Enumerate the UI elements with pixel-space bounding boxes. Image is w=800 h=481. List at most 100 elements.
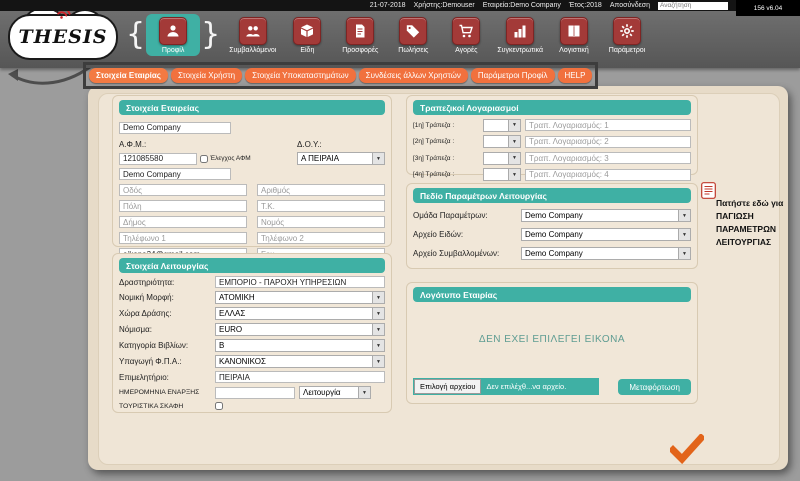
bank2-label: [2η] Τράπεζα : [413,138,479,145]
toolbar-item-summaries[interactable]: Συγκεντρωτικά [497,17,543,54]
toolbar-item-purchases[interactable]: Αγορές [444,17,488,54]
country-select[interactable]: ΕΛΛΑΣ [215,307,385,320]
legal-form-select[interactable]: ΑΤΟΜΙΚΗ [215,291,385,304]
start-date-input[interactable] [215,387,295,399]
logout-link[interactable]: Αποσύνδεση [610,2,650,9]
tab-company-info[interactable]: Στοιχεία Εταιρίας [89,68,168,83]
tourist-boats-checkbox[interactable] [215,402,223,410]
toolbar-label: Συμβαλλόμενοι [229,47,276,54]
profile-tabs: Στοιχεία Εταιρίας Στοιχεία Χρήστη Στοιχε… [83,62,598,89]
current-user: Χρήστης:Demouser [414,2,475,9]
company-name2-input[interactable] [119,168,231,180]
toolbar-item-items[interactable]: Είδη [285,17,329,54]
annotation-line: ΛΕΙΤΟΥΡΓΙΑΣ [716,236,794,249]
zip-input[interactable] [257,200,385,212]
toolbar-label: Συγκεντρωτικά [497,47,543,54]
street-input[interactable] [119,184,247,196]
bank4-label: [4η] Τράπεζα : [413,171,479,178]
toolbar-item-contractors[interactable]: Συμβαλλόμενοι [229,17,276,54]
currency-label: Νόμισμα: [119,325,211,334]
company-logo-panel: Λογότυπο Εταιρίας ΔΕΝ ΕΧΕΙ ΕΠΙΛΕΓΕΙ ΕΙΚΟ… [406,282,698,404]
toolbar-item-profile[interactable]: Προφίλ [146,14,200,56]
tab-user-info[interactable]: Στοιχεία Χρήστη [171,68,242,83]
search-input[interactable] [658,2,728,10]
tab-profile-parameters[interactable]: Παράμετροι Προφίλ [471,68,555,83]
param-group-label: Ομάδα Παραμέτρων: [413,211,517,220]
main-content: Στοιχεία Εταιρείας Α.Φ.Μ.: Δ.Ο.Υ.: Έλεγχ… [88,86,788,470]
operation-details-panel: Στοιχεία Λειτουργίας Δραστηριότητα: Νομι… [112,253,392,413]
version-badge: 156 v6.04 [736,0,800,16]
tab-other-users-connections[interactable]: Συνδέσεις άλλων Χρηστών [359,68,468,83]
street-number-input[interactable] [257,184,385,196]
ledger-icon [560,17,588,45]
currency-select[interactable]: EURO [215,323,385,336]
toolbar-label: Προφίλ [162,47,185,54]
toolbar-item-parameters[interactable]: Παράμετροι [605,17,649,54]
bank2-account-input[interactable] [525,136,691,148]
bank4-account-input[interactable] [525,169,691,181]
confirm-check-button[interactable] [670,434,704,469]
annotation-line: Πατήστε εδώ για [716,197,794,210]
afm-check-checkbox[interactable] [200,155,208,163]
toolbar-label: Λογιστική [559,47,589,54]
operation-mode-select[interactable]: Λειτουργία [299,386,371,399]
upload-button[interactable]: Μεταφόρτωση [618,379,691,395]
bank1-select[interactable] [483,119,521,132]
document-icon [346,17,374,45]
doy-label: Δ.Ο.Υ.: [297,140,385,149]
tab-branches[interactable]: Στοιχεία Υποκαταστημάτων [245,68,356,83]
items-file-label: Αρχείο Ειδών: [413,230,517,239]
annotation-line: ΠΑΡΑΜΕΤΡΩΝ [716,223,794,236]
toolbar-item-profile-active: Προφίλ [126,14,220,56]
no-image-text: ΔΕΝ ΕΧΕΙ ΕΠΙΛΕΓΕΙ ΕΙΚΟΝΑ [413,334,691,345]
toolbar-label: Παράμετροι [609,47,645,54]
pin-parameters-icon[interactable] [701,182,716,204]
bank4-select[interactable] [483,168,521,181]
company-name-input[interactable] [119,122,231,134]
toolbar-item-accounting[interactable]: Λογιστική [552,17,596,54]
city-input[interactable] [119,200,247,212]
chart-icon [506,17,534,45]
bank3-select[interactable] [483,152,521,165]
contractors-file-label: Αρχείο Συμβαλλομένων: [413,249,517,258]
tag-icon [399,17,427,45]
current-year: Έτος:2018 [569,2,602,9]
person-icon [159,17,187,45]
books-category-select[interactable]: Β [215,339,385,352]
toolbar-item-offers[interactable]: Προσφορές [338,17,382,54]
legal-form-label: Νομική Μορφή: [119,293,211,302]
chamber-input[interactable] [215,371,385,383]
current-date: 21-07-2018 [370,2,406,9]
bank3-account-input[interactable] [525,152,691,164]
toolbar-label: Είδη [300,47,314,54]
top-status-bar: 21-07-2018 Χρήστης:Demouser Εταιρεία:Dem… [0,0,800,11]
contractors-file-select[interactable]: Demo Company [521,247,691,260]
afm-check-label: Έλεγχος ΑΦΜ [210,155,251,162]
phone1-input[interactable] [119,232,247,244]
param-group-select[interactable]: Demo Company [521,209,691,222]
prefecture-input[interactable] [257,216,385,228]
chamber-label: Επιμελητήριο: [119,373,211,382]
operation-panel-title: Στοιχεία Λειτουργίας [119,258,385,273]
current-company: Εταιρεία:Demo Company [483,2,561,9]
municipality-input[interactable] [119,216,247,228]
vat-select[interactable]: ΚΑΝΟΝΙΚΟΣ [215,355,385,368]
vat-label: Υπαγωγή Φ.Π.Α.: [119,357,211,366]
doy-select[interactable]: Α ΠΕΙΡΑΙΑ [297,152,385,165]
toolbar-item-sales[interactable]: Πωλήσεις [391,17,435,54]
phone2-input[interactable] [257,232,385,244]
file-status-text: Δεν επιλέχθ...να αρχείο. [482,382,570,391]
params-panel-title: Πεδίο Παραμέτρων Λειτουργίας [413,188,691,203]
bank1-account-input[interactable] [525,119,691,131]
items-file-select[interactable]: Demo Company [521,228,691,241]
tab-help[interactable]: HELP [558,68,593,83]
afm-input[interactable] [119,153,197,165]
bank2-select[interactable] [483,135,521,148]
people-icon [239,17,267,45]
bank-accounts-panel: Τραπεζικοί Λογαριασμοί [1η] Τράπεζα : [2… [406,95,698,175]
afm-label: Α.Φ.Μ.: [119,140,197,149]
start-date-label: ΗΜΕΡΟΜΗΝΙΑ ΕΝΑΡΞΗΣ [119,389,211,396]
activity-input[interactable] [215,276,385,288]
books-category-label: Κατηγορία Βιβλίων: [119,341,211,350]
choose-file-button[interactable]: Επιλογή αρχείου [414,379,481,394]
